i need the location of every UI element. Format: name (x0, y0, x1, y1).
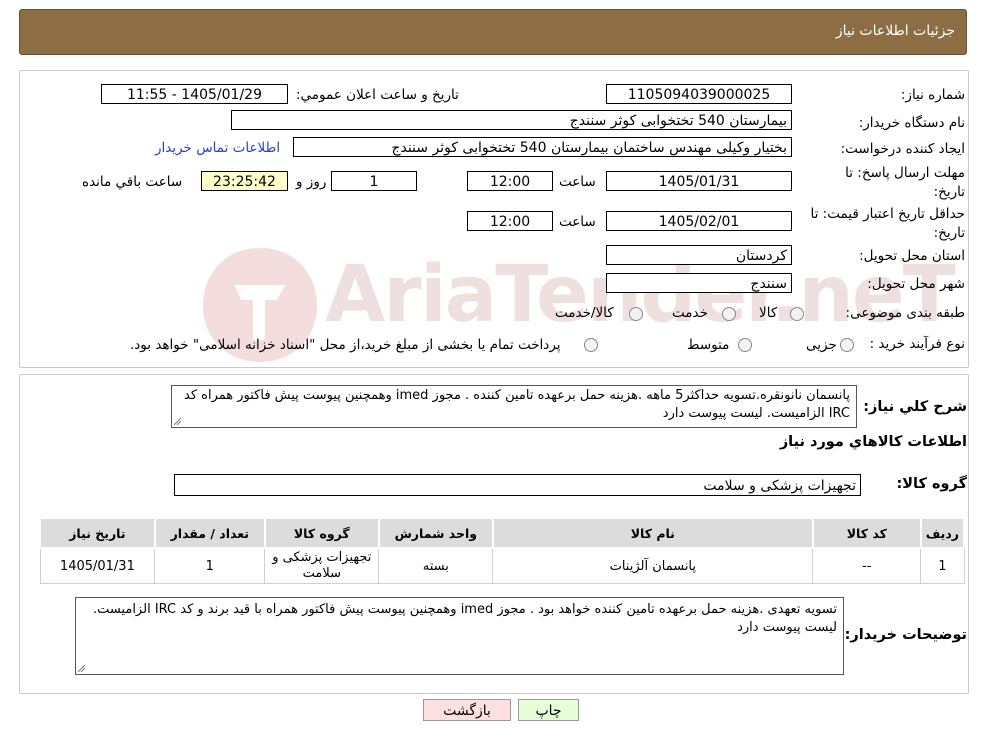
category-radio-goods[interactable] (790, 307, 804, 321)
col-header-row-number: ردیف (919, 517, 966, 549)
goods-info-title: اطلاعات کالاهاي مورد نیاز (779, 434, 967, 450)
validity-label-line1: حداقل تاریخ اعتبار قیمت: تا (810, 206, 965, 222)
goods-group-field: تجهیزات پزشکی و سلامت (174, 474, 861, 496)
cell-quantity: 1 (154, 547, 266, 584)
need-number-label: شماره نیاز: (900, 87, 965, 103)
summary-text: پانسمان نانونقره.تسویه حداکثر5 ماهه .هزی… (184, 388, 850, 421)
goods-table: ردیف کد کالا نام کالا واحد شمارش گروه کا… (39, 517, 966, 584)
validity-label-line2: تاریخ: (933, 225, 965, 241)
category-label: طبقه بندی موضوعی: (845, 305, 965, 321)
col-header-item-name: نام کالا (491, 517, 814, 549)
creator-label: ایجاد کننده درخواست: (840, 141, 965, 157)
resize-grip-icon[interactable] (174, 418, 181, 425)
purchase-option-medium: متوسط (687, 337, 730, 353)
col-header-group: گروه کالا (263, 517, 380, 549)
cell-unit: بسته (378, 547, 494, 584)
city-label: شهر محل تحویل: (867, 276, 965, 292)
table-header-row: ردیف کد کالا نام کالا واحد شمارش گروه کا… (39, 517, 966, 549)
remaining-time-field: 23:25:42 (201, 171, 288, 191)
validity-date-field: 1405/02/01 (606, 211, 792, 231)
resize-grip-icon[interactable] (78, 665, 85, 672)
buyer-label: نام دستگاه خریدار: (858, 115, 965, 131)
category-option-goods-service: کالا/خدمت (555, 305, 614, 321)
purchase-radio-note[interactable] (584, 338, 598, 352)
deadline-label: مهلت ارسال پاسخ: تا تاریخ: (845, 165, 965, 200)
cell-group: تجهیزات پزشکی و سلامت (264, 547, 380, 584)
page-header: جزئیات اطلاعات نیاز (19, 9, 967, 55)
goods-group-label: گروه کالا: (896, 476, 967, 492)
table-row: 1 -- پانسمان آلژینات بسته تجهیزات پزشکی … (39, 547, 965, 584)
category-radio-service[interactable] (722, 307, 736, 321)
validity-time-label: ساعت (559, 214, 596, 230)
deadline-time-field: 12:00 (467, 171, 553, 191)
category-radio-goods-service[interactable] (629, 307, 643, 321)
cell-item-code: -- (812, 547, 922, 584)
validity-time-field: 12:00 (467, 211, 553, 231)
announce-field: 1405/01/29 - 11:55 (101, 84, 288, 104)
category-option-service: خدمت (672, 305, 708, 321)
buyer-notes-text: تسویه تعهدی .هزینه حمل برعهده تامین کنند… (92, 602, 837, 635)
purchase-note: پرداخت تمام یا بخشی از مبلغ خرید،از محل … (130, 337, 561, 353)
summary-textarea[interactable]: پانسمان نانونقره.تسویه حداکثر5 ماهه .هزی… (171, 385, 857, 428)
deadline-label-line2: تاریخ: (933, 184, 965, 200)
purchase-type-label: نوع فرآیند خرید : (869, 336, 965, 352)
print-button[interactable]: چاپ (518, 699, 579, 721)
announce-label: تاریخ و ساعت اعلان عمومي: (296, 87, 459, 103)
validity-label: حداقل تاریخ اعتبار قیمت: تا تاریخ: (811, 206, 965, 241)
back-button[interactable]: بازگشت (423, 699, 511, 721)
buyer-notes-label: توضیحات خریدار: (844, 627, 967, 643)
col-header-quantity: تعداد / مقدار (153, 517, 266, 549)
buyer-field: بیمارستان 540 تختخوابی کوثر سنندج (231, 110, 792, 130)
col-header-item-code: کد کالا (811, 517, 922, 549)
col-header-need-date: تاریخ نیاز (39, 517, 156, 549)
cell-row-number: 1 (920, 547, 965, 584)
purchase-radio-medium[interactable] (738, 338, 752, 352)
deadline-time-label: ساعت (559, 174, 596, 190)
summary-label: شرح کلي نیاز: (863, 399, 967, 415)
purchase-option-small: جزیی (806, 337, 837, 353)
city-field: سنندج (606, 273, 792, 293)
page-title: جزئیات اطلاعات نیاز (835, 23, 955, 39)
col-header-unit: واحد شمارش (377, 517, 494, 549)
province-label: استان محل تحویل: (859, 248, 965, 264)
buyer-notes-textarea[interactable]: تسویه تعهدی .هزینه حمل برعهده تامین کنند… (75, 597, 844, 675)
days-field: 1 (331, 171, 417, 191)
remaining-time-label: ساعت باقي مانده (82, 174, 183, 190)
days-label: روز و (296, 174, 327, 190)
buyer-contact-link[interactable]: اطلاعات تماس خریدار (155, 140, 280, 156)
deadline-label-line1: مهلت ارسال پاسخ: تا (845, 165, 965, 181)
category-option-goods: کالا (759, 305, 778, 321)
cell-item-name: پانسمان آلژینات (492, 547, 814, 584)
purchase-radio-small[interactable] (840, 338, 854, 352)
creator-field: بختیار وکیلی مهندس ساختمان بیمارستان 540… (293, 137, 792, 157)
province-field: کردستان (606, 245, 792, 265)
need-number-field: 1105094039000025 (606, 84, 792, 104)
deadline-date-field: 1405/01/31 (606, 171, 792, 191)
cell-need-date: 1405/01/31 (39, 547, 156, 584)
